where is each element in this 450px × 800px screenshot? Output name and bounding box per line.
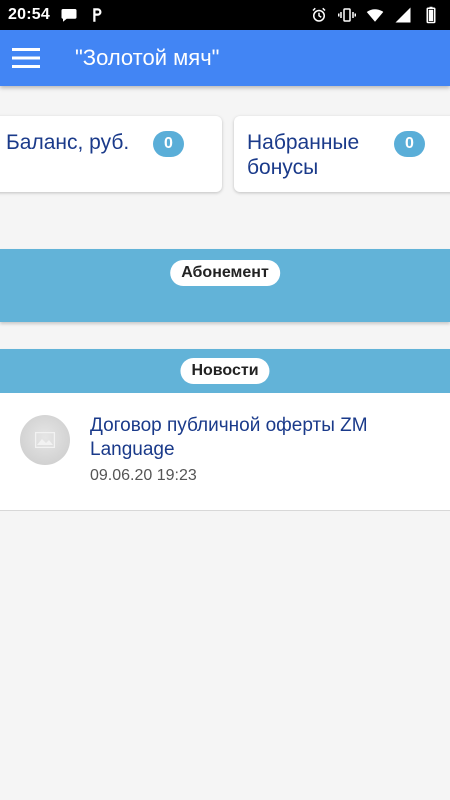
balance-label: Баланс, руб.: [6, 131, 130, 154]
menu-button[interactable]: [0, 30, 52, 86]
subscription-section[interactable]: Абонемент: [0, 249, 450, 322]
news-date: 09.06.20 19:23: [90, 467, 197, 484]
chat-bubble-icon: [60, 6, 78, 24]
bonus-label-line2: бонусы: [247, 156, 319, 179]
bonus-card[interactable]: Набранные бонусы 0: [234, 116, 450, 192]
bonus-value-badge: 0: [394, 131, 425, 157]
image-placeholder-icon: [35, 432, 55, 448]
alarm-clock-icon: [310, 6, 328, 24]
status-left: 20:54: [8, 6, 106, 24]
summary-cards: Баланс, руб. 0 Набранные бонусы 0: [0, 116, 450, 192]
app-bar: "Золотой мяч": [0, 30, 450, 86]
parking-p-icon: [88, 6, 106, 24]
news-section-header: Новости: [0, 349, 450, 393]
vibrate-icon: [338, 6, 356, 24]
balance-card[interactable]: Баланс, руб. 0: [0, 116, 222, 192]
status-right: [310, 6, 440, 24]
hamburger-menu-icon: [12, 48, 40, 68]
news-list-item[interactable]: Договор публичной оферты ZM Language 09.…: [0, 393, 450, 511]
bonus-label: Набранные бонусы: [247, 130, 359, 180]
balance-value-badge: 0: [153, 131, 184, 157]
bonus-label-line1: Набранные: [247, 131, 360, 154]
news-section-label: Новости: [180, 358, 270, 384]
wifi-icon: [366, 6, 384, 24]
signal-icon: [394, 6, 412, 24]
status-time: 20:54: [8, 6, 50, 23]
subscription-section-label: Абонемент: [170, 260, 280, 286]
news-title: Договор публичной оферты ZM Language: [90, 415, 368, 460]
battery-icon: [422, 6, 440, 24]
app-title: "Золотой мяч": [75, 45, 220, 70]
news-thumbnail: [20, 415, 70, 465]
status-bar: 20:54: [0, 0, 450, 30]
